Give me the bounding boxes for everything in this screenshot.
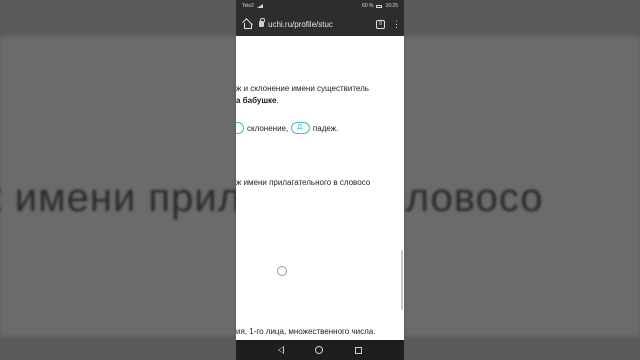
task-text-line: ж имени прилагательного в словосо	[236, 178, 371, 187]
background-left-panel: еж имени прил	[0, 0, 236, 360]
address-bar[interactable]: uchi.ru/profile/stuc	[259, 16, 369, 32]
phone-screen: Tele2 60 % 16:25 uchi.ru/profile/stuc 8 …	[236, 0, 404, 360]
task-phrase-bold: а бабушке	[236, 96, 277, 105]
answer-declension-label: склонение,	[247, 123, 289, 133]
clock: 16:25	[385, 3, 398, 9]
battery-icon	[376, 4, 383, 8]
declension-answer-field[interactable]	[236, 122, 244, 134]
background-right-panel: ного в словосо	[404, 0, 640, 360]
task-phrase-period: .	[276, 96, 279, 105]
carrier-label: Tele2	[242, 3, 254, 9]
task-phrase: а бабушке.	[236, 96, 279, 105]
task-text-line: ж и склонение имени существитель	[236, 84, 369, 93]
case-answer-field[interactable]: Д.	[291, 122, 310, 134]
answer-case-label: падеж.	[312, 123, 339, 133]
answer-row: склонение, Д. падеж.	[236, 122, 338, 134]
more-menu-icon[interactable]: ⋮	[392, 19, 401, 29]
lock-icon	[259, 18, 265, 27]
url-text: uchi.ru/profile/stuc	[268, 19, 333, 29]
back-icon[interactable]	[277, 346, 284, 354]
home-button-icon[interactable]	[315, 346, 324, 354]
task-text-line: ия, 1-го лица, множественного числа.	[236, 327, 376, 336]
touch-indicator-icon	[277, 266, 287, 276]
browser-toolbar: uchi.ru/profile/stuc 8 ⋮	[236, 12, 404, 36]
status-bar: Tele2 60 % 16:25	[236, 0, 404, 12]
android-nav-bar	[236, 340, 404, 360]
page-content: ж и склонение имени существитель а бабуш…	[236, 36, 404, 340]
battery-percent: 60 %	[362, 3, 374, 9]
scrollbar[interactable]	[401, 250, 403, 310]
home-icon[interactable]	[242, 19, 252, 29]
signal-icon	[256, 4, 263, 8]
tab-count: 8	[379, 21, 382, 27]
background-right-text: ного в словосо	[404, 176, 544, 220]
background-left-text: еж имени прил	[0, 176, 236, 220]
tab-switcher-button[interactable]: 8	[376, 19, 385, 29]
recents-icon[interactable]	[355, 346, 363, 354]
